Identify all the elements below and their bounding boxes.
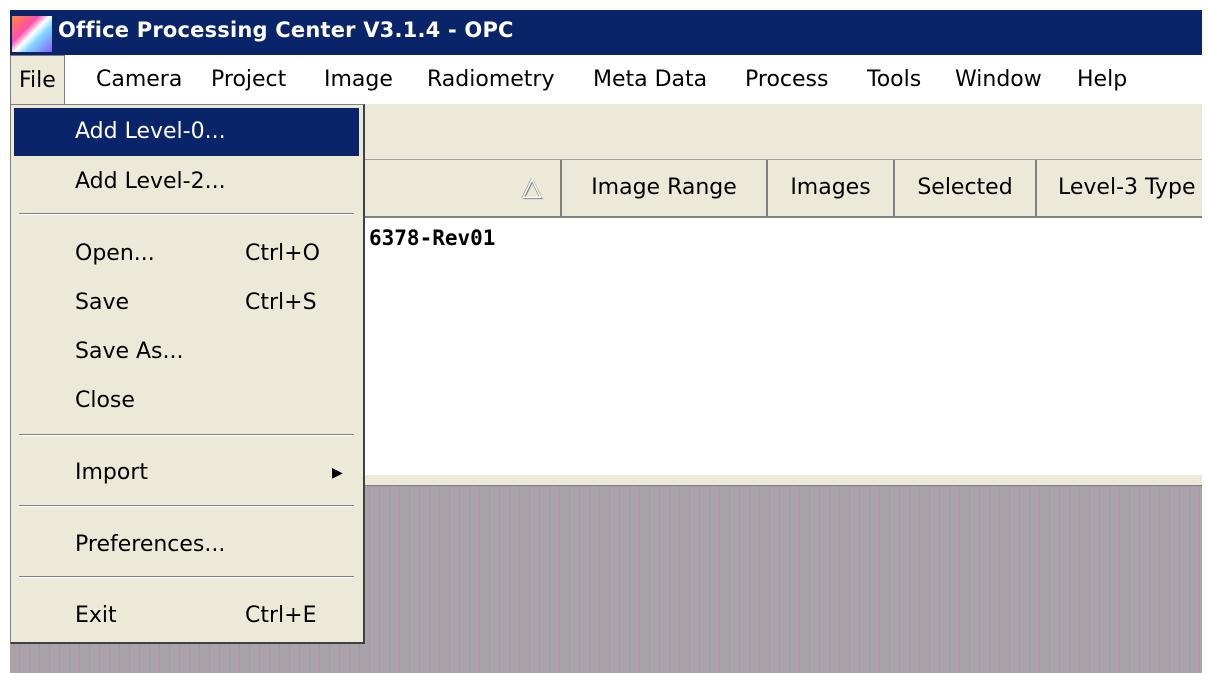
toolbar <box>365 104 1202 160</box>
menu-item-close[interactable]: Close <box>14 377 359 425</box>
menu-item-label: Exit <box>75 603 117 628</box>
column-header-level3-type[interactable]: Level-3 Type <box>1037 160 1202 216</box>
menu-meta-data[interactable]: Meta Data <box>585 55 715 104</box>
list-item[interactable]: 6378-Rev01 <box>369 226 495 250</box>
window-title: Office Processing Center V3.1.4 - OPC <box>58 18 514 42</box>
menu-item-shortcut: Ctrl+S <box>245 290 317 315</box>
menu-item-preferences[interactable]: Preferences... <box>14 521 359 569</box>
column-header-selected[interactable]: Selected <box>895 160 1037 216</box>
menu-item-open[interactable]: Open... Ctrl+O <box>14 230 359 278</box>
menu-item-label: Save As... <box>75 339 184 364</box>
menu-item-label: Close <box>75 388 135 413</box>
menu-bar: File Camera Project Image Radiometry Met… <box>10 55 1202 104</box>
submenu-arrow-icon: ▶ <box>332 465 343 481</box>
menu-item-label: Add Level-2... <box>75 169 226 194</box>
column-header-image-range[interactable]: Image Range <box>562 160 768 216</box>
menu-item-save-as[interactable]: Save As... <box>14 328 359 376</box>
menu-item-save[interactable]: Save Ctrl+S <box>14 279 359 327</box>
sort-ascending-icon: △ <box>522 172 542 202</box>
menu-process[interactable]: Process <box>737 55 836 104</box>
menu-window[interactable]: Window <box>947 55 1050 104</box>
menu-item-add-level0[interactable]: Add Level-0... <box>14 108 359 156</box>
menu-item-label: Save <box>75 290 130 315</box>
app-icon[interactable] <box>12 16 52 52</box>
menu-item-import[interactable]: Import ▶ <box>14 449 359 497</box>
menu-tools[interactable]: Tools <box>859 55 929 104</box>
menu-separator <box>19 505 354 507</box>
menu-item-label: Import <box>75 460 149 485</box>
application-window: Office Processing Center V3.1.4 - OPC Fi… <box>0 0 1208 673</box>
menu-radiometry[interactable]: Radiometry <box>419 55 562 104</box>
menu-item-label: Open... <box>75 241 155 266</box>
list-header: △ Image Range Images Selected Level-3 Ty… <box>365 160 1202 218</box>
menu-item-label: Add Level-0... <box>75 119 226 144</box>
column-header-name[interactable]: △ <box>365 160 562 216</box>
title-bar[interactable]: Office Processing Center V3.1.4 - OPC <box>10 10 1202 55</box>
menu-item-exit[interactable]: Exit Ctrl+E <box>14 592 359 640</box>
menu-image[interactable]: Image <box>316 55 401 104</box>
menu-file[interactable]: File <box>10 55 65 104</box>
menu-item-shortcut: Ctrl+E <box>245 603 317 628</box>
menu-separator <box>19 576 354 578</box>
menu-project[interactable]: Project <box>203 55 294 104</box>
window-right-edge <box>1202 10 1208 673</box>
menu-item-add-level2[interactable]: Add Level-2... <box>14 158 359 206</box>
file-menu-dropdown: Add Level-0... Add Level-2... Open... Ct… <box>10 104 365 644</box>
column-header-images[interactable]: Images <box>768 160 895 216</box>
menu-item-label: Preferences... <box>75 532 226 557</box>
project-list: 6378-Rev01 <box>365 218 1202 475</box>
menu-separator <box>19 213 354 215</box>
menu-help[interactable]: Help <box>1069 55 1135 104</box>
menu-item-shortcut: Ctrl+O <box>245 241 320 266</box>
menu-separator <box>19 434 354 436</box>
menu-camera[interactable]: Camera <box>88 55 190 104</box>
